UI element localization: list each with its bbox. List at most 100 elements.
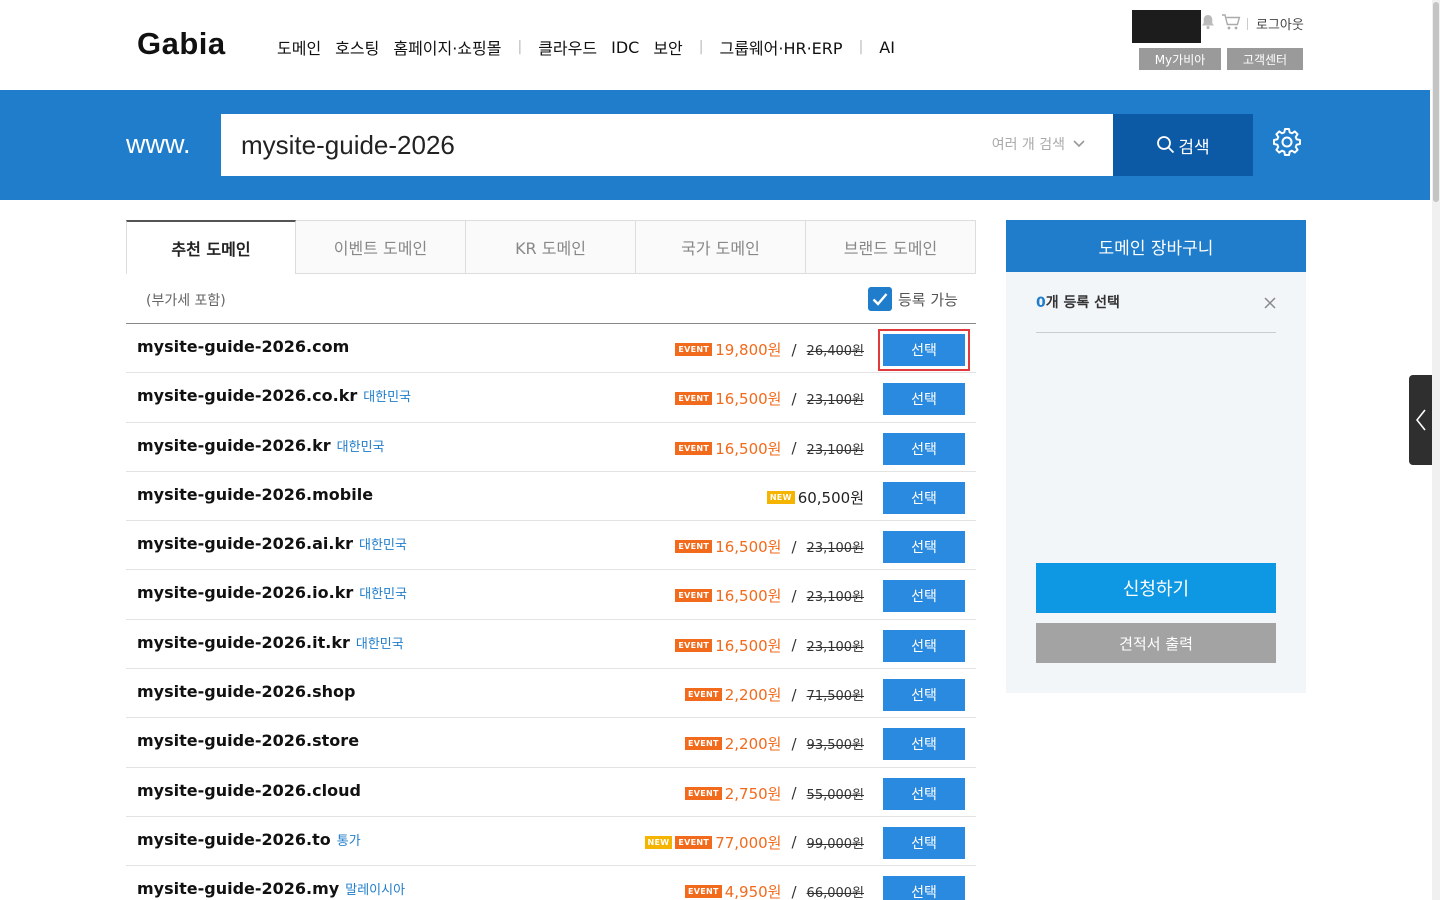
logout-link[interactable]: 로그아웃	[1256, 14, 1304, 33]
domain-result-list: mysite-guide-2026.com EVENT 19,800원/26,400…	[126, 324, 976, 900]
registrable-filter[interactable]: 등록 가능	[868, 287, 958, 311]
domain-name-text: mysite-guide-2026.to	[137, 829, 331, 849]
domain-name-text: mysite-guide-2026.co.kr	[137, 386, 358, 406]
tab-brand[interactable]: 브랜드 도메인	[806, 220, 976, 274]
select-button[interactable]: 선택	[883, 531, 965, 564]
cart-title: 도메인 장바구니	[1006, 220, 1306, 272]
nav-groupware[interactable]: 그룹웨어·HR·ERP	[719, 35, 842, 59]
price-separator: /	[791, 389, 797, 408]
cart-count-label: 개 등록 선택	[1045, 295, 1120, 311]
original-price: 23,100원	[806, 590, 864, 606]
chevron-left-icon	[1415, 409, 1426, 431]
select-button[interactable]: 선택	[883, 826, 965, 859]
nav-ai[interactable]: AI	[879, 38, 895, 57]
nav-homepage-shop[interactable]: 홈페이지·쇼핑몰	[393, 35, 501, 59]
cart-icon[interactable]	[1221, 13, 1241, 35]
domain-cart-panel: 도메인 장바구니 0개 등록 선택 신청하기 견적서 출력	[1006, 220, 1306, 693]
close-icon[interactable]	[1264, 294, 1276, 313]
scrollbar-thumb[interactable]	[1433, 2, 1439, 202]
tab-country[interactable]: 국가 도메인	[636, 220, 806, 274]
domain-name: mysite-guide-2026.co.kr 대한민국	[137, 386, 411, 405]
cart-count: 0개 등록 선택	[1036, 292, 1120, 312]
country-label: 말레이시아	[345, 883, 406, 899]
nav-divider: |	[517, 39, 523, 55]
country-label: 대한민국	[359, 587, 408, 603]
tab-recommended[interactable]: 추천 도메인	[126, 220, 296, 274]
checkbox-checked-icon[interactable]	[868, 287, 892, 311]
page-scrollbar[interactable]	[1432, 0, 1440, 900]
domain-row: mysite-guide-2026.com EVENT 19,800원 / 26,400…	[126, 324, 976, 374]
domain-name: mysite-guide-2026.ai.kr 대한민국	[137, 534, 407, 553]
original-price: 99,000원	[806, 836, 864, 852]
sale-price: 4,950원	[724, 883, 782, 900]
domain-row: mysite-guide-2026.my 말레이시아 EVENT 4,950원 / 66,…	[126, 866, 976, 900]
nav-hosting[interactable]: 호스팅	[335, 35, 379, 59]
nav-security[interactable]: 보안	[653, 35, 682, 59]
price-separator: /	[791, 636, 797, 655]
select-button[interactable]: 선택	[883, 679, 965, 712]
domain-name-text: mysite-guide-2026.kr	[137, 435, 331, 455]
customer-center-button[interactable]: 고객센터	[1227, 48, 1303, 70]
side-panel-toggle[interactable]	[1409, 375, 1432, 465]
sale-price: 77,000원	[715, 833, 782, 852]
nav-idc[interactable]: IDC	[611, 38, 639, 57]
bell-icon[interactable]	[1201, 14, 1215, 34]
sale-price: 19,800원	[715, 341, 782, 359]
sale-price: 16,500원	[715, 587, 782, 606]
select-button[interactable]: 선택	[883, 876, 965, 900]
price-group: EVENT 16,500원 / 23,100원	[675, 536, 864, 557]
select-button[interactable]: 선택	[883, 481, 965, 514]
price-group: EVENT 16,500원 / 23,100원	[675, 388, 864, 409]
gear-icon[interactable]	[1272, 127, 1302, 161]
price-separator: /	[791, 685, 797, 704]
apply-button[interactable]: 신청하기	[1036, 563, 1276, 613]
select-button[interactable]: 선택	[883, 383, 965, 416]
select-button[interactable]: 선택	[883, 728, 965, 761]
domain-row: mysite-guide-2026.mobile NEW 60,500원 선택	[126, 472, 976, 522]
domain-row: mysite-guide-2026.io.kr 대한민국 EVENT 16,500원 /…	[126, 570, 976, 620]
domain-name: mysite-guide-2026.mobile	[137, 485, 373, 504]
domain-row: mysite-guide-2026.kr 대한민국 EVENT 16,500원 / 23,…	[126, 423, 976, 472]
my-gabia-button[interactable]: My가비아	[1139, 48, 1221, 70]
select-button[interactable]: 선택	[883, 777, 965, 810]
country-label: 대한민국	[363, 390, 412, 406]
country-label: 대한민국	[336, 439, 385, 455]
search-band: www. 여러 개 검색 검색	[0, 90, 1430, 200]
event-badge: EVENT	[675, 835, 713, 849]
price-separator: /	[791, 439, 797, 458]
multi-search-dropdown[interactable]: 여러 개 검색	[992, 134, 1085, 154]
domain-name-text: mysite-guide-2026.it.kr	[137, 632, 350, 652]
cart-count-number: 0	[1036, 295, 1046, 311]
select-button[interactable]: 선택	[883, 629, 965, 662]
print-quote-button[interactable]: 견적서 출력	[1036, 623, 1276, 663]
domain-name: mysite-guide-2026.cloud	[137, 781, 361, 800]
top-header: Gabia 도메인 호스팅 홈페이지·쇼핑몰 | 클라우드 IDC 보안 | 그…	[0, 0, 1430, 90]
tab-event[interactable]: 이벤트 도메인	[296, 220, 466, 274]
event-badge: EVENT	[675, 392, 713, 406]
domain-name: mysite-guide-2026.shop	[137, 682, 356, 701]
domain-row: mysite-guide-2026.store EVENT 2,200원 / 93,50…	[126, 718, 976, 768]
price-group: EVENT 2,200원 / 93,500원	[684, 733, 864, 754]
price-group: EVENT 16,500원 / 23,100원	[675, 635, 864, 656]
cart-divider	[1036, 332, 1276, 333]
nav-domain[interactable]: 도메인	[277, 35, 321, 59]
domain-name: mysite-guide-2026.to 통가	[137, 830, 361, 849]
nav-divider: |	[698, 39, 704, 55]
search-box: 여러 개 검색	[221, 114, 1113, 176]
select-button[interactable]: 선택	[883, 580, 965, 613]
domain-search-input[interactable]	[241, 114, 961, 176]
event-badge: EVENT	[675, 638, 713, 652]
domain-name: mysite-guide-2026.my 말레이시아	[137, 879, 405, 898]
domain-name-text: mysite-guide-2026.io.kr	[137, 583, 354, 603]
domain-row: mysite-guide-2026.cloud EVENT 2,750원 / 55,00…	[126, 768, 976, 817]
tab-kr[interactable]: KR 도메인	[466, 220, 636, 274]
search-button[interactable]: 검색	[1113, 114, 1253, 176]
original-price: 23,100원	[806, 393, 864, 409]
gabia-logo[interactable]: Gabia	[137, 26, 226, 62]
event-badge: EVENT	[675, 540, 713, 554]
select-button[interactable]: 선택	[878, 329, 970, 371]
select-button[interactable]: 선택	[883, 432, 965, 465]
nav-cloud[interactable]: 클라우드	[538, 35, 597, 59]
domain-name: mysite-guide-2026.it.kr 대한민국	[137, 633, 404, 652]
event-badge: EVENT	[675, 441, 713, 455]
